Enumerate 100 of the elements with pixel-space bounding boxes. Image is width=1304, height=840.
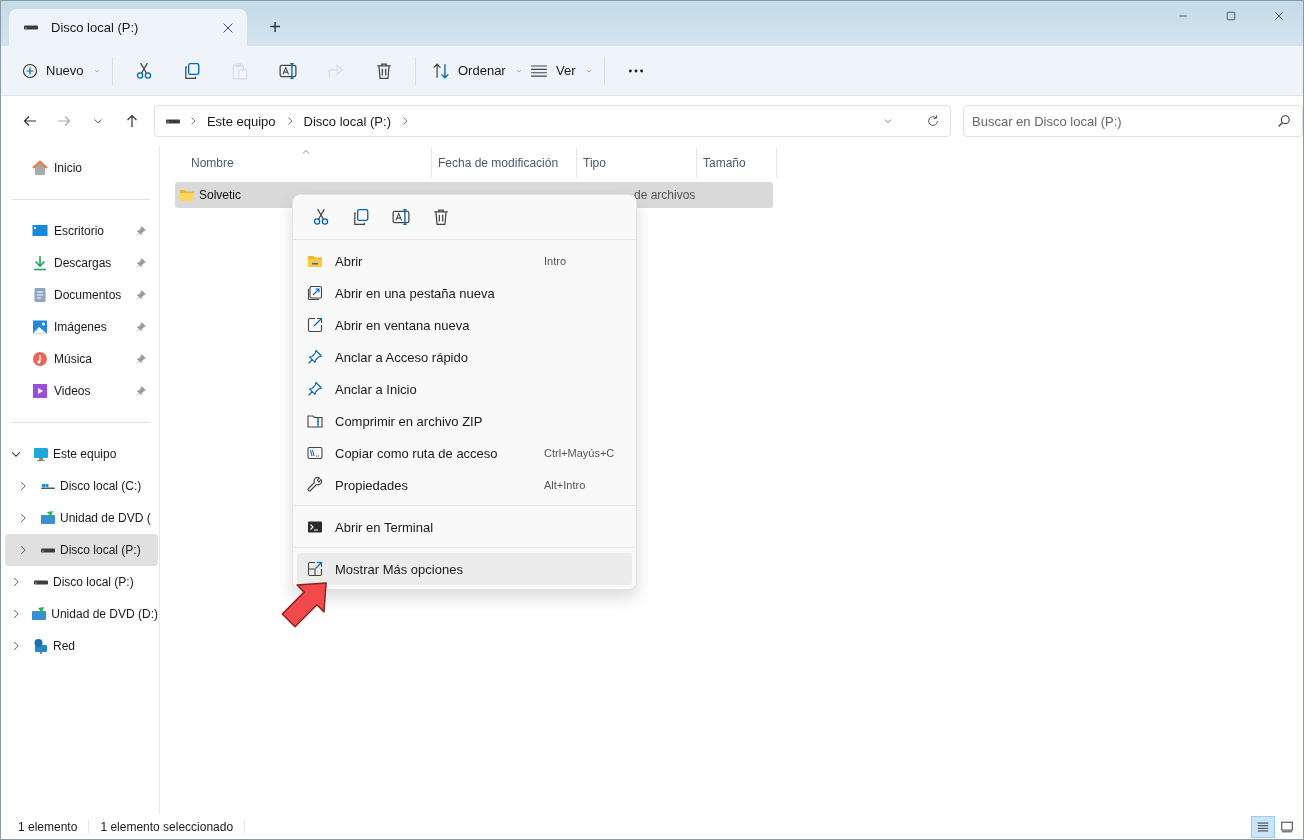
search-field[interactable]: Buscar en Disco local (P:) <box>963 105 1303 137</box>
home-icon <box>32 160 48 176</box>
sidebar-item[interactable]: Descargas <box>5 247 158 279</box>
terminal-icon <box>307 519 323 535</box>
sidebar-item[interactable]: Escritorio <box>5 215 158 247</box>
column-header[interactable]: Tipo <box>577 148 697 178</box>
address-bar[interactable]: Este equipo Disco local (P:) <box>153 105 952 137</box>
menu-item[interactable]: Abrir en Terminal <box>297 511 632 543</box>
tree-item[interactable]: Disco local (P:) <box>5 534 158 566</box>
tree-label: Disco local (P:) <box>53 575 134 589</box>
column-header[interactable]: Fecha de modificación <box>432 148 577 178</box>
sidebar-item[interactable]: Videos <box>5 375 158 407</box>
column-header[interactable]: Nombre <box>175 148 432 178</box>
status-text: 1 elemento <box>18 819 90 834</box>
maximize-icon[interactable] <box>1225 10 1237 22</box>
network-icon <box>33 638 49 654</box>
new-window-icon <box>307 317 323 333</box>
drive-icon <box>40 547 56 553</box>
zip-folder-icon <box>307 413 323 429</box>
document-icon <box>32 287 48 303</box>
wrench-icon <box>307 477 323 493</box>
view-button[interactable]: Ver <box>521 53 597 88</box>
status-text: 1 elemento seleccionado <box>100 819 246 834</box>
details-view-icon <box>1256 819 1270 834</box>
sidebar-label: Escritorio <box>54 224 105 238</box>
sidebar-item[interactable]: Documentos <box>5 279 158 311</box>
sort-button[interactable]: Ordenar <box>423 53 521 88</box>
menu-item[interactable]: Copiar como ruta de acceso Ctrl+Mayús+C <box>297 437 632 469</box>
rename-icon[interactable] <box>279 61 297 80</box>
tab[interactable]: Disco local (P:) <box>9 9 247 46</box>
trash-icon[interactable] <box>432 208 450 226</box>
pin-icon <box>307 349 323 365</box>
video-icon <box>32 383 48 399</box>
rename-icon[interactable] <box>392 208 410 226</box>
drive-icon <box>23 25 39 30</box>
cut-icon[interactable] <box>312 208 330 226</box>
breadcrumb[interactable]: Este equipo <box>204 113 278 129</box>
sort-icon <box>432 61 450 80</box>
file-name: Solvetic <box>198 188 243 202</box>
new-button[interactable]: Nuevo <box>13 53 105 88</box>
tree-item[interactable]: Unidad de DVD ( <box>5 502 158 534</box>
download-icon <box>32 255 48 271</box>
menu-item[interactable]: Mostrar Más opciones <box>297 553 632 585</box>
menu-item[interactable]: Anclar a Acceso rápido <box>297 341 632 373</box>
sidebar-label: Videos <box>54 384 92 398</box>
breadcrumb[interactable]: Disco local (P:) <box>301 113 393 129</box>
tree-label: Red <box>53 639 75 653</box>
music-icon <box>32 351 48 367</box>
tree-item[interactable]: Unidad de DVD (D:) <box>5 598 158 630</box>
computer-icon <box>33 446 49 462</box>
tree-label: Este equipo <box>53 447 117 461</box>
table-cell-text: de archivos <box>633 188 697 202</box>
folder-icon <box>179 187 195 203</box>
menu-item[interactable]: Propiedades Alt+Intro <box>297 469 632 501</box>
tree-item[interactable]: Disco local (C:) <box>5 470 158 502</box>
more-options-icon <box>307 561 323 577</box>
shortcut-label: Alt+Intro <box>544 479 587 491</box>
image-icon <box>32 319 48 335</box>
menu-item[interactable]: Anclar a Inicio <box>297 373 632 405</box>
tiles-view-icon <box>1280 819 1294 834</box>
copy-icon[interactable] <box>183 61 201 80</box>
sidebar-item[interactable]: Imágenes <box>5 311 158 343</box>
search-icon <box>1277 114 1292 128</box>
back-icon[interactable] <box>22 113 38 129</box>
shortcut-label: Intro <box>544 255 567 267</box>
copy-icon[interactable] <box>352 208 370 226</box>
sidebar-label: Música <box>54 352 93 366</box>
menu-item[interactable]: Abrir en una pestaña nueva <box>297 277 632 309</box>
folder-icon <box>307 253 323 269</box>
menu-item[interactable]: Abrir Intro <box>297 245 632 277</box>
tree-label: Disco local (C:) <box>60 479 142 493</box>
sidebar-label: Imágenes <box>54 320 108 334</box>
dvd-drive-icon <box>31 606 48 622</box>
tree-item[interactable]: Disco local (P:) <box>5 566 158 598</box>
menu-item[interactable]: Abrir en ventana nueva <box>297 309 632 341</box>
sidebar-item[interactable]: Música <box>5 343 158 375</box>
tree-item[interactable]: Red <box>5 630 158 662</box>
trash-icon[interactable] <box>375 61 393 80</box>
tree-label: Disco local (P:) <box>60 543 141 557</box>
sidebar-label: Documentos <box>54 288 123 302</box>
menu-item[interactable]: Comprimir en archivo ZIP <box>297 405 632 437</box>
tree-item[interactable]: Este equipo <box>5 438 158 470</box>
sidebar-label: Descargas <box>54 256 113 270</box>
view-toggle[interactable] <box>1251 815 1275 838</box>
add-icon <box>22 62 38 79</box>
refresh-icon[interactable] <box>926 114 941 128</box>
sidebar-item[interactable]: Inicio <box>5 152 158 184</box>
new-tab-button[interactable]: + <box>259 11 291 43</box>
pin-icon <box>307 381 323 397</box>
shortcut-label: Ctrl+Mayús+C <box>544 447 616 459</box>
column-header[interactable]: Tamaño <box>697 148 777 178</box>
desktop-icon <box>32 223 48 239</box>
path-icon <box>307 445 323 461</box>
tree-label: Unidad de DVD (D:) <box>51 607 158 621</box>
cut-icon[interactable] <box>135 61 153 80</box>
close-icon[interactable] <box>1273 10 1285 22</box>
tree-label: Unidad de DVD ( <box>60 511 151 525</box>
drive-icon <box>33 579 49 585</box>
dvd-drive-icon <box>40 510 56 526</box>
drive-icon <box>40 483 56 489</box>
